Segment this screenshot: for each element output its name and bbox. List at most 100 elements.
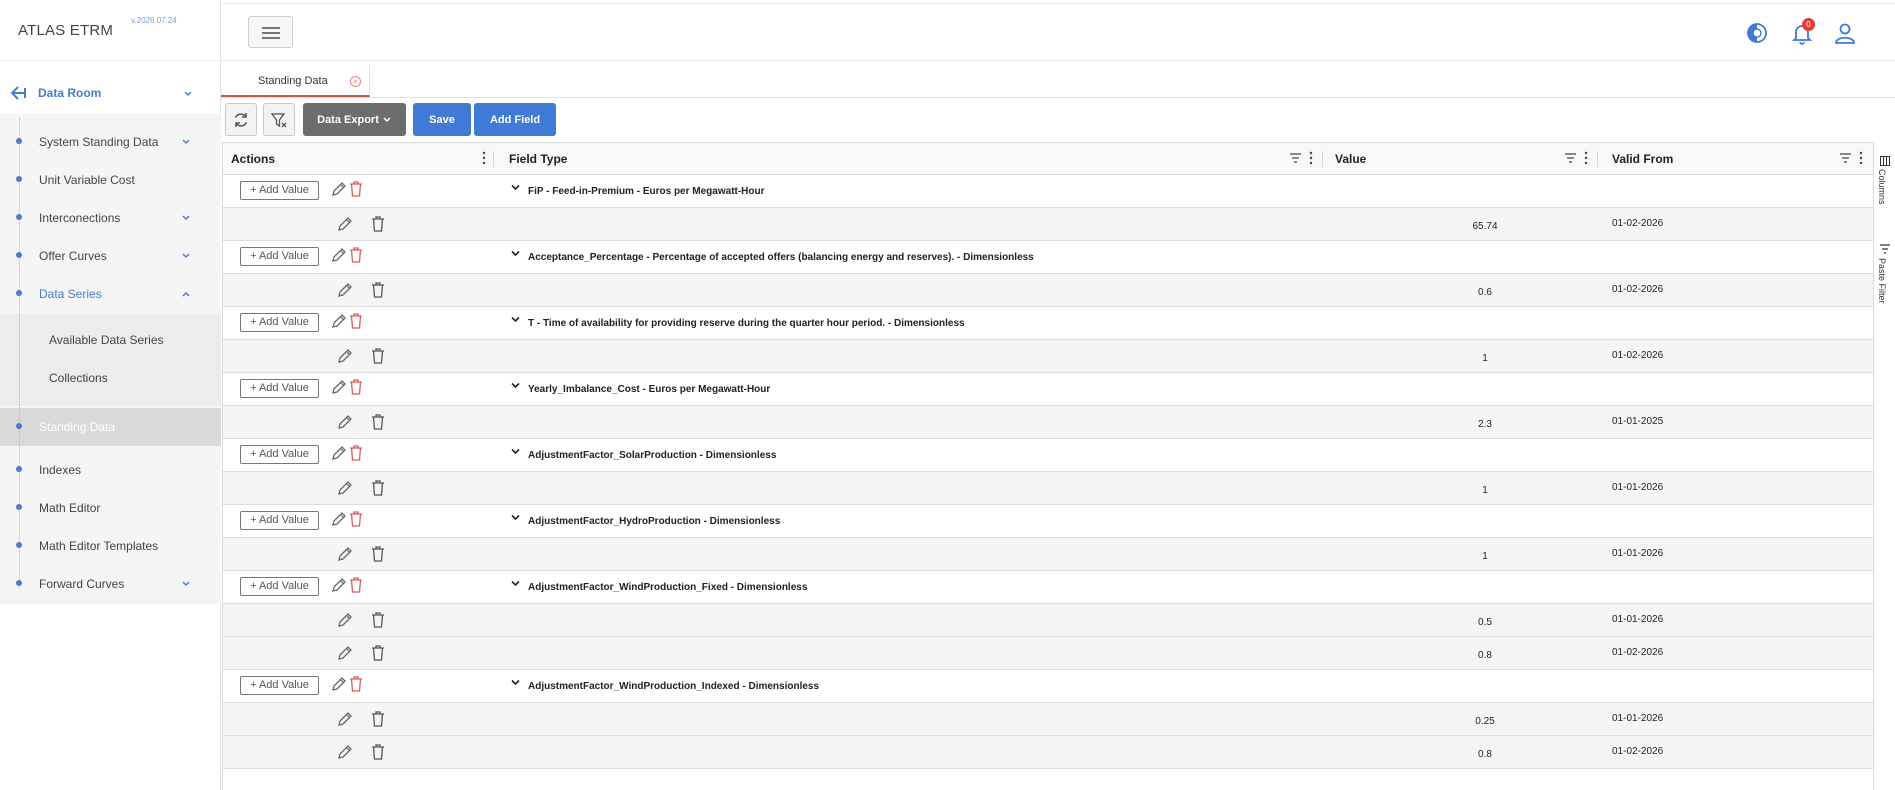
column-menu-icon[interactable] <box>1859 151 1863 165</box>
pencil-icon[interactable] <box>330 510 346 528</box>
menu-toggle-button[interactable] <box>248 16 293 48</box>
pencil-icon[interactable] <box>330 180 346 198</box>
pencil-icon[interactable] <box>336 281 352 299</box>
trash-icon[interactable] <box>348 444 364 462</box>
refresh-button[interactable] <box>225 103 257 136</box>
trash-icon[interactable] <box>348 510 364 528</box>
trash-icon[interactable] <box>370 743 386 761</box>
trash-icon[interactable] <box>348 312 364 330</box>
sidebar-subitem-collections[interactable]: Collections <box>49 371 108 385</box>
column-header-valid-from[interactable]: Valid From <box>1612 152 1673 166</box>
chevron-down-icon[interactable] <box>511 679 520 686</box>
trash-icon[interactable] <box>370 413 386 431</box>
valid-from-cell: 01-02-2026 <box>1612 350 1664 361</box>
sidebar-item-offer-curves[interactable]: Offer Curves <box>0 241 221 271</box>
table-row-value: 1 01-02-2026 <box>223 340 1874 373</box>
chevron-down-icon <box>182 215 190 220</box>
add-value-button[interactable]: + Add Value <box>240 577 319 596</box>
sidebar-item-forward-curves[interactable]: Forward Curves <box>0 569 221 599</box>
add-value-button[interactable]: + Add Value <box>240 445 319 464</box>
add-field-button[interactable]: Add Field <box>474 103 556 136</box>
column-header-actions[interactable]: Actions <box>231 152 275 166</box>
sidebar-item-interconections[interactable]: Interconections <box>0 203 221 233</box>
clear-filter-button[interactable] <box>263 103 295 136</box>
trash-icon[interactable] <box>348 378 364 396</box>
sidebar-item-math-editor-templates[interactable]: Math Editor Templates <box>0 531 221 561</box>
pencil-icon[interactable] <box>336 347 352 365</box>
side-panel-columns[interactable]: Columns <box>1877 169 1887 205</box>
pencil-icon[interactable] <box>336 215 352 233</box>
trash-icon[interactable] <box>370 281 386 299</box>
trash-icon[interactable] <box>370 545 386 563</box>
filter-icon[interactable] <box>1565 153 1576 163</box>
user-icon[interactable] <box>1833 21 1857 45</box>
chevron-down-icon[interactable] <box>511 382 520 389</box>
chevron-down-icon[interactable] <box>511 448 520 455</box>
add-value-button[interactable]: + Add Value <box>240 511 319 530</box>
pencil-icon[interactable] <box>336 545 352 563</box>
trash-icon[interactable] <box>370 611 386 629</box>
column-header-field-type[interactable]: Field Type <box>509 152 567 166</box>
add-value-button[interactable]: + Add Value <box>240 379 319 398</box>
chevron-down-icon[interactable] <box>511 514 520 521</box>
pencil-icon[interactable] <box>336 710 352 728</box>
trash-icon[interactable] <box>348 246 364 264</box>
add-value-button[interactable]: + Add Value <box>240 676 319 695</box>
trash-icon[interactable] <box>370 710 386 728</box>
value-cell: 0.6 <box>1478 287 1492 298</box>
close-icon[interactable]: × <box>350 76 361 87</box>
sidebar-item-data-series[interactable]: Data Series <box>0 279 221 309</box>
sidebar-item-math-editor[interactable]: Math Editor <box>0 493 221 523</box>
bullet-icon <box>16 138 22 144</box>
tab-standing-data[interactable]: Standing Data × <box>221 65 370 97</box>
add-value-button[interactable]: + Add Value <box>240 181 319 200</box>
pencil-icon[interactable] <box>330 312 346 330</box>
save-button[interactable]: Save <box>413 103 471 136</box>
columns-icon[interactable] <box>1880 156 1890 166</box>
pencil-icon[interactable] <box>336 479 352 497</box>
chevron-down-icon[interactable] <box>511 250 520 257</box>
side-panel-paste-filter[interactable]: Paste Filter <box>1877 258 1887 304</box>
sidebar-item-system-standing-data[interactable]: System Standing Data <box>0 127 221 157</box>
trash-icon[interactable] <box>370 644 386 662</box>
arrow-left-icon[interactable] <box>10 84 28 102</box>
pencil-icon[interactable] <box>336 644 352 662</box>
bullet-icon <box>16 290 22 296</box>
filter-icon[interactable] <box>1290 153 1301 163</box>
sidebar-item-unit-variable-cost[interactable]: Unit Variable Cost <box>0 165 221 195</box>
column-menu-icon[interactable] <box>1584 151 1588 165</box>
sidebar-subitem-available-data-series[interactable]: Available Data Series <box>49 333 164 347</box>
pencil-icon[interactable] <box>330 378 346 396</box>
contrast-icon[interactable] <box>1745 21 1769 45</box>
trash-icon[interactable] <box>370 215 386 233</box>
add-value-button[interactable]: + Add Value <box>240 247 319 266</box>
pencil-icon[interactable] <box>330 675 346 693</box>
pencil-icon[interactable] <box>330 576 346 594</box>
column-menu-icon[interactable] <box>1309 151 1313 165</box>
filter-icon[interactable] <box>1880 244 1890 254</box>
sidebar-item-label: Math Editor <box>39 501 101 515</box>
trash-icon[interactable] <box>370 347 386 365</box>
valid-from-cell: 01-01-2026 <box>1612 713 1664 724</box>
trash-icon[interactable] <box>348 180 364 198</box>
sidebar: ATLAS ETRM v.2026.07.24 Data Room System… <box>0 0 221 790</box>
data-export-button[interactable]: Data Export <box>303 103 406 136</box>
sidebar-item-indexes[interactable]: Indexes <box>0 455 221 485</box>
add-value-button[interactable]: + Add Value <box>240 313 319 332</box>
chevron-down-icon[interactable] <box>511 316 520 323</box>
trash-icon[interactable] <box>348 576 364 594</box>
trash-icon[interactable] <box>348 675 364 693</box>
chevron-down-icon[interactable] <box>511 580 520 587</box>
pencil-icon[interactable] <box>330 444 346 462</box>
sidebar-section-data-room[interactable]: Data Room <box>0 80 221 108</box>
trash-icon[interactable] <box>370 479 386 497</box>
pencil-icon[interactable] <box>336 413 352 431</box>
column-header-value[interactable]: Value <box>1335 152 1366 166</box>
pencil-icon[interactable] <box>336 743 352 761</box>
sidebar-item-standing-data[interactable]: Standing Data <box>0 412 221 442</box>
pencil-icon[interactable] <box>336 611 352 629</box>
column-menu-icon[interactable] <box>482 151 486 165</box>
pencil-icon[interactable] <box>330 246 346 264</box>
chevron-down-icon[interactable] <box>511 184 520 191</box>
filter-icon[interactable] <box>1840 153 1851 163</box>
